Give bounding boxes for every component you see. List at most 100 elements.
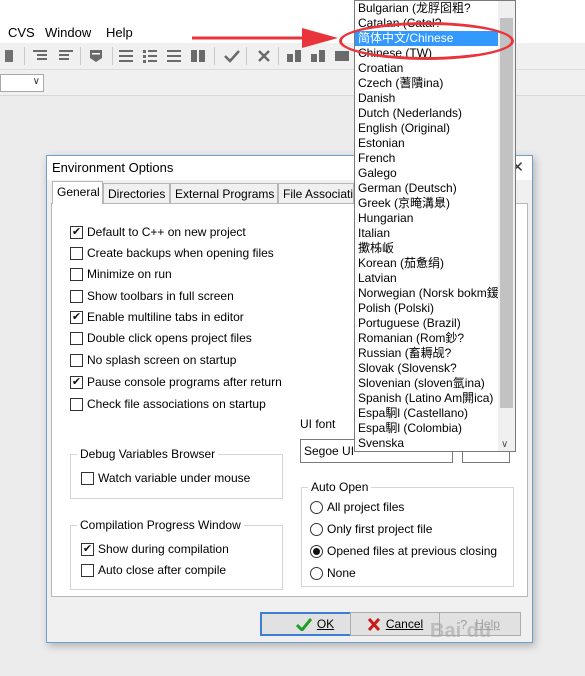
- tab-external-programs[interactable]: External Programs: [170, 183, 278, 204]
- language-dropdown-list[interactable]: Bulgarian (龙脬囵粗? Catalan (Catal? 简体中文/Chin…: [354, 0, 516, 452]
- language-item[interactable]: Croatian: [355, 61, 498, 76]
- annotation-arrow-icon: [192, 28, 338, 48]
- option-pause-console[interactable]: ✔ Pause console programs after return: [70, 374, 282, 390]
- chevron-down-icon[interactable]: ∨: [501, 439, 508, 450]
- toolbar-separator: [112, 47, 113, 65]
- option-watch-variable[interactable]: Watch variable under mouse: [81, 470, 250, 486]
- menu-cvs[interactable]: CVS: [8, 25, 35, 40]
- language-item[interactable]: Slovenian (sloven氩ina): [355, 376, 498, 391]
- radio-button[interactable]: [310, 500, 323, 514]
- class-combobox[interactable]: ∨: [0, 74, 44, 92]
- radio-none[interactable]: None: [310, 565, 356, 581]
- language-item[interactable]: Romanian (Rom鈔?: [355, 331, 498, 346]
- radio-label: Opened files at previous closing: [327, 544, 498, 558]
- checkbox[interactable]: ✔: [70, 310, 83, 324]
- cancel-button[interactable]: Cancel: [350, 612, 440, 636]
- language-item[interactable]: 擹柹岅: [355, 241, 498, 256]
- language-item[interactable]: Italian: [355, 226, 498, 241]
- option-default-cpp[interactable]: ✔ Default to C++ on new project: [70, 224, 246, 240]
- language-item[interactable]: Slovak (Slovensk?: [355, 361, 498, 376]
- radio-all-project-files[interactable]: All project files: [310, 499, 404, 515]
- language-item[interactable]: Espa駉l (Castellano): [355, 406, 498, 421]
- radio-button[interactable]: [310, 544, 323, 558]
- option-no-splash[interactable]: No splash screen on startup: [70, 352, 236, 368]
- language-item[interactable]: Russian (畜耨觇?: [355, 346, 498, 361]
- checkbox[interactable]: [70, 397, 83, 411]
- language-item[interactable]: Espa駉l (Colombia): [355, 421, 498, 436]
- language-item[interactable]: Bulgarian (龙脬囵粗?: [355, 1, 498, 16]
- checkbox[interactable]: ✔: [81, 542, 94, 556]
- tab-general[interactable]: General: [52, 181, 103, 204]
- option-multiline-tabs[interactable]: ✔ Enable multiline tabs in editor: [70, 309, 244, 325]
- menu-help[interactable]: Help: [106, 25, 133, 40]
- radio-opened-files-previous[interactable]: Opened files at previous closing: [310, 543, 497, 559]
- list-bullets-icon[interactable]: [140, 47, 160, 65]
- option-label: Enable multiline tabs in editor: [87, 310, 244, 324]
- tab-directories[interactable]: Directories: [103, 183, 170, 204]
- checkbox[interactable]: [70, 289, 83, 303]
- option-show-toolbars-fullscreen[interactable]: Show toolbars in full screen: [70, 288, 234, 304]
- debug-variables-group: Debug Variables Browser Watch variable u…: [70, 447, 283, 499]
- option-label: Create backups when opening files: [87, 246, 274, 260]
- language-item[interactable]: German (Deutsch): [355, 181, 498, 196]
- unindent-icon[interactable]: [56, 47, 76, 65]
- language-item[interactable]: Spanish (Latino Am閞ica): [355, 391, 498, 406]
- radio-label: None: [327, 566, 356, 580]
- option-label: Minimize on run: [87, 267, 172, 281]
- language-item[interactable]: English (Original): [355, 121, 498, 136]
- option-show-during-compile[interactable]: ✔ Show during compilation: [81, 541, 229, 557]
- language-item[interactable]: Estonian: [355, 136, 498, 151]
- language-item[interactable]: Korean (茄惫绢): [355, 256, 498, 271]
- list-numbered-icon[interactable]: [164, 47, 184, 65]
- checkbox[interactable]: [70, 267, 83, 281]
- bookmark-icon[interactable]: [86, 47, 106, 65]
- checkbox[interactable]: [70, 331, 83, 345]
- language-item[interactable]: Norwegian (Norsk bokm鍰: [355, 286, 498, 301]
- language-scrollbar[interactable]: ∨: [498, 1, 515, 451]
- radio-first-project-file[interactable]: Only first project file: [310, 521, 432, 537]
- language-item[interactable]: Danish: [355, 91, 498, 106]
- option-label: Show during compilation: [98, 542, 229, 556]
- option-label: Double click opens project files: [87, 331, 252, 345]
- close-x-icon: [367, 617, 380, 631]
- checkbox[interactable]: ✔: [70, 375, 83, 389]
- group-caption: Auto Open: [308, 480, 372, 494]
- language-item[interactable]: Svenska: [355, 436, 498, 451]
- toolbar-icon-left-edge[interactable]: [0, 47, 20, 65]
- language-item[interactable]: Czech (蓍隤ina): [355, 76, 498, 91]
- indent-icon[interactable]: [30, 47, 50, 65]
- language-item[interactable]: Latvian: [355, 271, 498, 286]
- checkbox[interactable]: [70, 246, 83, 260]
- option-label: Check file associations on startup: [87, 397, 266, 411]
- option-minimize-on-run[interactable]: Minimize on run: [70, 266, 172, 282]
- language-item[interactable]: Polish (Polski): [355, 301, 498, 316]
- option-label: Show toolbars in full screen: [87, 289, 234, 303]
- cancel-button-label: Cancel: [385, 617, 424, 631]
- tab-file-associations[interactable]: File Associatio: [278, 183, 354, 204]
- check-icon: [295, 617, 312, 631]
- language-item[interactable]: Portuguese (Brazil): [355, 316, 498, 331]
- option-check-file-assoc[interactable]: Check file associations on startup: [70, 396, 266, 412]
- checkbox[interactable]: [81, 563, 94, 577]
- radio-button[interactable]: [310, 566, 323, 580]
- language-item[interactable]: French: [355, 151, 498, 166]
- language-items: Bulgarian (龙脬囵粗? Catalan (Catal? 简体中文/Chin…: [355, 1, 498, 451]
- language-item[interactable]: Hungarian: [355, 211, 498, 226]
- language-item[interactable]: Greek (京晻溝臮): [355, 196, 498, 211]
- option-auto-close[interactable]: Auto close after compile: [81, 562, 226, 578]
- language-item[interactable]: Galego: [355, 166, 498, 181]
- option-create-backups[interactable]: Create backups when opening files: [70, 245, 274, 261]
- option-label: Auto close after compile: [98, 563, 227, 577]
- language-item[interactable]: Dutch (Nederlands): [355, 106, 498, 121]
- checkbox[interactable]: ✔: [70, 225, 83, 239]
- chevron-down-icon: ∨: [32, 76, 40, 87]
- scrollbar-thumb[interactable]: [500, 18, 513, 408]
- auto-open-group: Auto Open All project files Only first p…: [301, 480, 514, 587]
- checkbox[interactable]: [81, 471, 94, 485]
- checkbox[interactable]: [70, 353, 83, 367]
- radio-button[interactable]: [310, 522, 323, 536]
- menu-window[interactable]: Window: [45, 25, 91, 40]
- group-caption: Debug Variables Browser: [77, 447, 219, 461]
- option-double-click-opens[interactable]: Double click opens project files: [70, 330, 252, 346]
- list-icon[interactable]: [116, 47, 136, 65]
